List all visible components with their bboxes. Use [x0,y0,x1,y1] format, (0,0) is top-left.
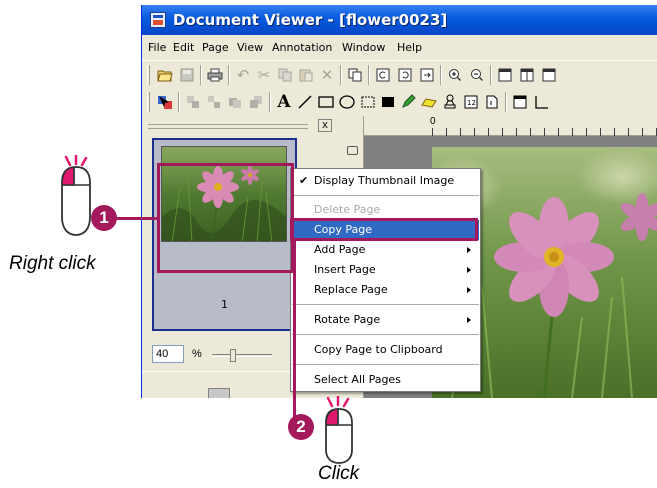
rotate-icon[interactable] [417,65,437,85]
menu-item-select-all-pages[interactable]: Select All Pages [292,370,479,390]
line-icon[interactable] [295,92,315,112]
marker-icon[interactable] [398,92,418,112]
checkmark-icon: ✔ [299,174,309,187]
zoom-slider[interactable] [212,349,272,362]
menu-item-rotate-page[interactable]: Rotate Page [292,310,479,330]
submenu-arrow-icon [467,317,471,323]
filled-rect-icon[interactable] [378,92,398,112]
open-icon[interactable] [155,65,175,85]
menu-item-delete-page[interactable]: Delete Page [292,200,479,220]
layout-double-icon[interactable] [517,65,537,85]
save-icon[interactable] [177,65,197,85]
step1-label: Right click [9,253,96,274]
menu-item-label: Rotate Page [314,313,381,326]
menu-item-label: Replace Page [314,283,388,296]
right-click-mouse-icon [61,155,91,236]
left-click-mouse-icon [325,396,353,464]
ruler-marker-icon[interactable] [347,146,358,155]
menu-separator [292,334,479,336]
front-icon[interactable] [225,92,245,112]
trash-icon[interactable] [208,388,230,398]
step2-number-badge: 2 [288,414,314,440]
window-title: Document Viewer - [flower0023] [173,11,448,29]
submenu-arrow-icon [467,267,471,273]
submenu-arrow-icon [467,287,471,293]
menu-separator [292,364,479,366]
step1-number-badge: 1 [91,205,117,231]
menu-item-insert-page[interactable]: Insert Page [292,260,479,280]
menu-page[interactable]: Page [202,41,229,54]
page-number-icon[interactable]: 12 [461,92,481,112]
zoom-slider-track [212,354,272,357]
menu-annotation[interactable]: Annotation [272,41,332,54]
menu-item-display-thumbnail[interactable]: ✔ Display Thumbnail Image [292,171,479,191]
submenu-arrow-icon [467,247,471,253]
svg-text:12: 12 [467,99,476,107]
undo-icon[interactable]: ↶ [233,65,253,85]
layout-single-icon[interactable] [495,65,515,85]
highlighter-icon[interactable] [419,92,439,112]
border-icon[interactable] [532,92,552,112]
toolbar-grip[interactable] [147,92,150,112]
title-bar[interactable]: Document Viewer - [flower0023] [142,5,657,35]
zoom-slider-handle[interactable] [230,349,236,362]
horizontal-ruler: 0 [364,116,657,136]
menu-file[interactable]: File [148,41,166,54]
annotation-toolbar: A 12 [142,89,657,115]
select-icon[interactable] [155,92,175,112]
group-icon[interactable] [183,92,203,112]
back-icon[interactable] [246,92,266,112]
zoom-unit-label: % [192,348,202,360]
standard-toolbar: ↶ ✂ ✕ [142,62,657,88]
zoom-input[interactable]: 40 [152,345,184,363]
step2-pointer-line [293,238,296,418]
cut-icon[interactable]: ✂ [254,65,274,85]
print-icon[interactable] [205,65,225,85]
page-number-label: 1 [221,298,228,311]
dotted-rect-icon[interactable] [358,92,378,112]
menu-bar: File Edit Page View Annotation Window He… [142,35,657,61]
page-icon[interactable] [482,92,502,112]
menu-item-label: Add Page [314,243,366,256]
document-viewer-app-icon[interactable] [150,12,166,28]
pane-close-button[interactable]: x [318,119,332,132]
menu-help[interactable]: Help [397,41,422,54]
copy-icon[interactable] [275,65,295,85]
zoom-out-icon[interactable] [467,65,487,85]
delete-icon[interactable]: ✕ [317,65,337,85]
ungroup-icon[interactable] [204,92,224,112]
zoom-in-icon[interactable] [445,65,465,85]
thumbnail-highlight-box [157,163,294,273]
menu-item-label: Display Thumbnail Image [314,174,455,187]
menu-separator [292,304,479,306]
toolbar-grip[interactable] [147,65,150,85]
rotate-right-icon[interactable] [395,65,415,85]
rotate-left-icon[interactable] [373,65,393,85]
menu-window[interactable]: Window [342,41,385,54]
menu-item-add-page[interactable]: Add Page [292,240,479,260]
layout-grid-icon[interactable] [539,65,559,85]
menu-item-copy-to-clipboard[interactable]: Copy Page to Clipboard [292,340,479,360]
menu-view[interactable]: View [237,41,263,54]
menu-item-replace-page[interactable]: Replace Page [292,280,479,300]
text-icon[interactable]: A [274,92,294,112]
menu-edit[interactable]: Edit [173,41,194,54]
rectangle-icon[interactable] [316,92,336,112]
ruler-ticks [432,128,657,136]
step2-label: Click [318,463,360,484]
copy-page-highlight-box [290,218,478,241]
ruler-origin-label: 0 [430,116,436,127]
ellipse-icon[interactable] [337,92,357,112]
pane-header: x [142,116,341,136]
menu-item-label: Insert Page [314,263,376,276]
page-context-menu: ✔ Display Thumbnail Image Delete Page Co… [290,168,481,392]
stamp-icon[interactable] [440,92,460,112]
pane-grip[interactable] [148,124,308,129]
paste-icon[interactable] [296,65,316,85]
note-icon[interactable] [510,92,530,112]
copy-page-icon[interactable] [345,65,365,85]
menu-separator [292,195,479,197]
